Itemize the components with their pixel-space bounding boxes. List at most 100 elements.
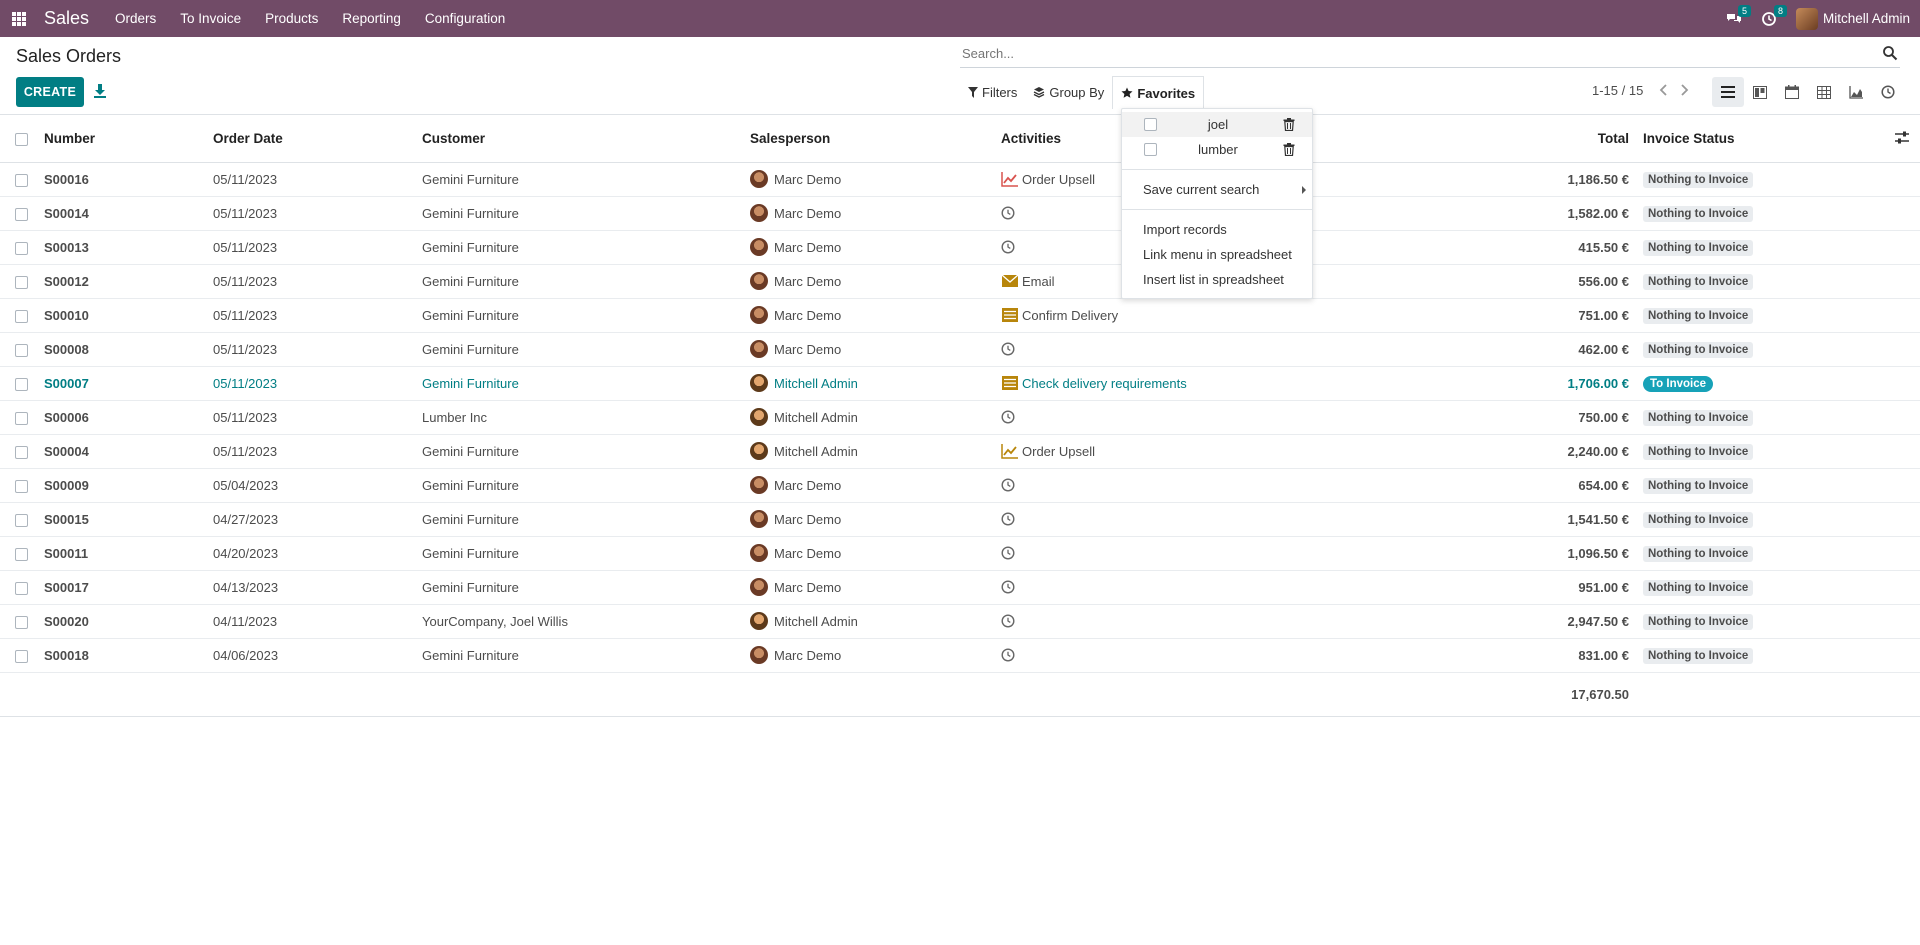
table-row[interactable]: S00014 05/11/2023 Gemini Furniture Marc Dem… [0, 196, 1920, 231]
order-date[interactable]: 05/04/2023 [213, 468, 422, 503]
table-row[interactable]: S00011 04/20/2023 Gemini Furniture Marc Dem… [0, 536, 1920, 571]
order-date[interactable]: 05/11/2023 [213, 366, 422, 401]
filters-button[interactable]: Filters [960, 76, 1025, 108]
chart-line-red-icon[interactable] [1001, 171, 1019, 187]
column-total[interactable]: Total [1401, 115, 1636, 163]
favorite-item-joel[interactable]: joel [1122, 112, 1312, 137]
customer-name[interactable]: Gemini Furniture [422, 502, 750, 537]
clock-icon[interactable] [1001, 648, 1015, 662]
row-checkbox[interactable] [15, 615, 28, 629]
calendar-view-button[interactable] [1776, 77, 1808, 107]
pivot-view-button[interactable] [1808, 77, 1840, 107]
activity-view-button[interactable] [1872, 77, 1904, 107]
activity-summary[interactable]: Order Upsell [1022, 172, 1095, 187]
order-total[interactable]: 831.00 € [1401, 638, 1636, 673]
order-total[interactable]: 1,096.50 € [1401, 536, 1636, 571]
customer-name[interactable]: Lumber Inc [422, 400, 750, 435]
activity-summary[interactable]: Email [1022, 274, 1055, 289]
salesperson-cell[interactable]: Marc Demo [750, 162, 1001, 197]
clock-icon[interactable] [1001, 614, 1015, 628]
activity-summary[interactable]: Check delivery requirements [1022, 376, 1187, 391]
link-menu-spreadsheet-item[interactable]: Link menu in spreadsheet [1122, 242, 1312, 267]
order-total[interactable]: 415.50 € [1401, 230, 1636, 265]
row-checkbox[interactable] [15, 241, 28, 255]
messaging-button[interactable]: 5 [1726, 0, 1751, 37]
column-customer[interactable]: Customer [422, 115, 750, 163]
customer-name[interactable]: Gemini Furniture [422, 536, 750, 571]
order-date[interactable]: 04/27/2023 [213, 502, 422, 537]
salesperson-cell[interactable]: Marc Demo [750, 468, 1001, 503]
order-number[interactable]: S00017 [44, 570, 213, 605]
salesperson-cell[interactable]: Marc Demo [750, 264, 1001, 299]
salesperson-cell[interactable]: Mitchell Admin [750, 366, 1001, 401]
row-checkbox[interactable] [15, 309, 28, 323]
salesperson-cell[interactable]: Marc Demo [750, 332, 1001, 367]
order-date[interactable]: 05/11/2023 [213, 298, 422, 333]
row-checkbox[interactable] [15, 581, 28, 595]
activity-summary[interactable]: Order Upsell [1022, 444, 1095, 459]
order-number[interactable]: S00014 [44, 196, 213, 231]
column-invoice-status[interactable]: Invoice Status [1636, 115, 1896, 163]
activity-cell[interactable] [1001, 332, 1401, 367]
clock-icon[interactable] [1001, 478, 1015, 492]
activity-cell[interactable]: Order Upsell [1001, 434, 1401, 469]
table-row[interactable]: S00006 05/11/2023 Lumber Inc Mitchell Admin… [0, 400, 1920, 435]
trash-icon[interactable] [1283, 118, 1295, 131]
clock-icon[interactable] [1001, 206, 1015, 220]
pager-value[interactable]: 1-15 / 15 [1592, 83, 1643, 98]
order-date[interactable]: 05/11/2023 [213, 332, 422, 367]
row-checkbox[interactable] [15, 547, 28, 561]
activity-cell[interactable] [1001, 468, 1401, 503]
customer-name[interactable]: Gemini Furniture [422, 332, 750, 367]
table-row[interactable]: S00010 05/11/2023 Gemini Furniture Marc Dem… [0, 298, 1920, 333]
row-checkbox[interactable] [15, 173, 28, 187]
salesperson-cell[interactable]: Marc Demo [750, 536, 1001, 571]
customer-name[interactable]: Gemini Furniture [422, 162, 750, 197]
order-date[interactable]: 05/11/2023 [213, 196, 422, 231]
customer-name[interactable]: Gemini Furniture [422, 230, 750, 265]
order-number[interactable]: S00020 [44, 604, 213, 639]
download-icon[interactable] [93, 83, 107, 99]
salesperson-cell[interactable]: Marc Demo [750, 570, 1001, 605]
table-row[interactable]: S00016 05/11/2023 Gemini Furniture Marc Dem… [0, 162, 1920, 197]
table-row[interactable]: S00018 04/06/2023 Gemini Furniture Marc Dem… [0, 638, 1920, 673]
row-checkbox[interactable] [15, 649, 28, 663]
row-checkbox[interactable] [15, 377, 28, 391]
order-number[interactable]: S00009 [44, 468, 213, 503]
row-checkbox[interactable] [15, 479, 28, 493]
row-checkbox[interactable] [15, 513, 28, 527]
order-number[interactable]: S00008 [44, 332, 213, 367]
graph-view-button[interactable] [1840, 77, 1872, 107]
envelope-icon[interactable] [1001, 273, 1019, 289]
customer-name[interactable]: Gemini Furniture [422, 638, 750, 673]
column-number[interactable]: Number [44, 115, 213, 163]
order-number[interactable]: S00010 [44, 298, 213, 333]
salesperson-cell[interactable]: Mitchell Admin [750, 434, 1001, 469]
order-number[interactable]: S00018 [44, 638, 213, 673]
menu-to-invoice[interactable]: To Invoice [168, 0, 253, 37]
order-date[interactable]: 04/20/2023 [213, 536, 422, 571]
order-number[interactable]: S00012 [44, 264, 213, 299]
customer-name[interactable]: YourCompany, Joel Willis [422, 604, 750, 639]
activity-cell[interactable] [1001, 604, 1401, 639]
order-number[interactable]: S00004 [44, 434, 213, 469]
order-total[interactable]: 556.00 € [1401, 264, 1636, 299]
tasks-icon[interactable] [1001, 375, 1019, 391]
select-all-checkbox[interactable] [15, 132, 28, 146]
customer-name[interactable]: Gemini Furniture [422, 264, 750, 299]
order-date[interactable]: 04/11/2023 [213, 604, 422, 639]
order-total[interactable]: 1,186.50 € [1401, 162, 1636, 197]
column-order-date[interactable]: Order Date [213, 115, 422, 163]
import-records-item[interactable]: Import records [1122, 217, 1312, 242]
sliders-icon[interactable] [1894, 130, 1910, 146]
order-date[interactable]: 05/11/2023 [213, 400, 422, 435]
clock-icon[interactable] [1001, 410, 1015, 424]
search-icon[interactable] [1882, 45, 1898, 61]
save-current-search-item[interactable]: Save current search [1122, 177, 1312, 202]
list-view-button[interactable] [1712, 77, 1744, 107]
row-checkbox[interactable] [15, 343, 28, 357]
table-row[interactable]: S00007 05/11/2023 Gemini Furniture Mitchell… [0, 366, 1920, 401]
table-row[interactable]: S00009 05/04/2023 Gemini Furniture Marc Dem… [0, 468, 1920, 503]
row-checkbox[interactable] [15, 445, 28, 459]
favorites-button[interactable]: Favorites [1112, 76, 1205, 109]
